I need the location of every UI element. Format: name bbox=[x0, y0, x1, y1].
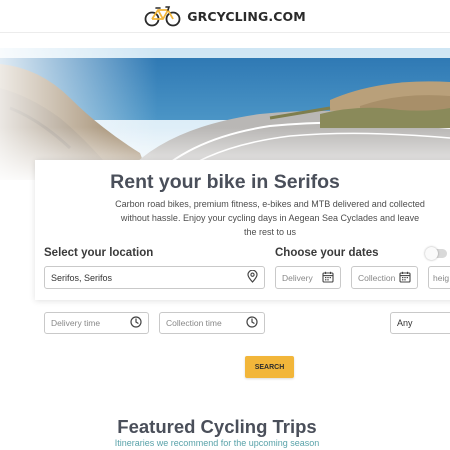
delivery-time-input[interactable]: Delivery time bbox=[44, 312, 149, 334]
delivery-time-placeholder: Delivery time bbox=[51, 318, 101, 328]
collection-date-placeholder: Collection bbox=[358, 272, 396, 283]
location-label: Select your location bbox=[44, 247, 154, 259]
delivery-date-input[interactable]: Delivery bbox=[275, 266, 341, 289]
collection-time-placeholder: Collection time bbox=[166, 318, 222, 328]
bike-type-select[interactable]: Any bbox=[390, 312, 450, 334]
top-bar: GRCYCLING.COM bbox=[0, 0, 450, 33]
location-value: Serifos, Serifos bbox=[51, 272, 113, 283]
logo-text: GRCYCLING.COM bbox=[187, 8, 306, 24]
collection-time-input[interactable]: Collection time bbox=[159, 312, 265, 334]
calendar-icon[interactable] bbox=[399, 271, 411, 285]
page-title: Rent your bike in Serifos bbox=[110, 171, 340, 193]
booking-description: Carbon road bikes, premium fitness, e-bi… bbox=[115, 199, 425, 237]
location-pin-icon[interactable] bbox=[247, 269, 258, 285]
height-input[interactable]: heig bbox=[428, 266, 450, 289]
bike-type-value: Any bbox=[397, 318, 413, 328]
search-button[interactable]: SEARCH bbox=[245, 356, 294, 378]
clock-icon[interactable] bbox=[246, 316, 258, 330]
toggle-switch[interactable] bbox=[425, 247, 447, 260]
collection-date-input[interactable]: Collection bbox=[351, 266, 418, 289]
height-placeholder: heig bbox=[433, 272, 450, 283]
clock-icon[interactable] bbox=[130, 316, 142, 330]
dates-label: Choose your dates bbox=[275, 247, 379, 259]
toggle-knob bbox=[425, 247, 438, 260]
delivery-date-placeholder: Delivery bbox=[282, 272, 313, 283]
bicycle-icon bbox=[144, 5, 182, 27]
featured-trips-title: Featured Cycling Trips bbox=[117, 416, 317, 437]
calendar-icon[interactable] bbox=[322, 271, 334, 285]
featured-trips-subtitle: Itineraries we recommend for the upcomin… bbox=[114, 438, 320, 448]
location-input[interactable]: Serifos, Serifos bbox=[44, 266, 265, 289]
site-logo[interactable]: GRCYCLING.COM bbox=[144, 5, 306, 27]
